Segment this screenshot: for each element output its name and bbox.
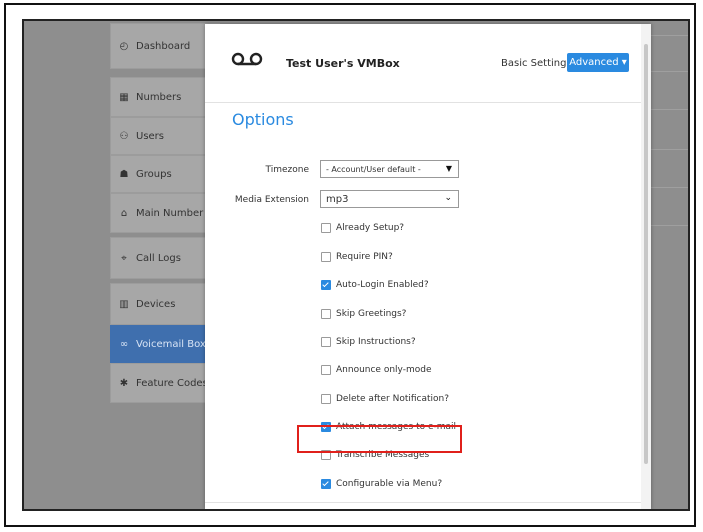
modal-footer-divider <box>205 502 641 503</box>
option-auto-login[interactable]: Auto-Login Enabled? <box>321 278 429 292</box>
checkbox[interactable] <box>321 394 331 404</box>
groups-icon: ☗ <box>119 168 129 180</box>
call-logs-icon: ⌖ <box>121 252 127 264</box>
sidebar-item-label: Main Number <box>136 207 204 219</box>
sidebar-item-label: Feature Codes <box>136 377 208 389</box>
option-label: Configurable via Menu? <box>336 479 443 489</box>
sidebar-item-label: Groups <box>136 168 172 180</box>
modal-header: Test User's VMBox Basic Settings Advance… <box>205 24 651 103</box>
checkbox-checked[interactable] <box>321 479 331 489</box>
option-label: Announce only-mode <box>336 365 432 375</box>
timezone-select[interactable]: - Account/User default - ▼ <box>320 160 459 178</box>
highlight-annotation-box <box>297 425 462 453</box>
sidebar-item-devices[interactable]: ▥ Devices <box>110 283 220 325</box>
modal-title: Test User's VMBox <box>286 57 400 70</box>
timezone-label: Timezone <box>265 165 310 175</box>
sidebar: ◴ Dashboard ▦ Numbers ⚇ Users ☗ Groups ⌂… <box>110 21 220 411</box>
option-skip-greetings[interactable]: Skip Greetings? <box>321 307 406 321</box>
option-label: Auto-Login Enabled? <box>336 280 429 290</box>
option-label: Skip Instructions? <box>336 337 416 347</box>
advanced-dropdown-button[interactable]: Advanced ▾ <box>567 53 629 72</box>
checkbox[interactable] <box>321 223 331 233</box>
checkbox[interactable] <box>321 337 331 347</box>
option-configurable-via-menu[interactable]: Configurable via Menu? <box>321 477 442 491</box>
voicemail-icon <box>231 52 263 66</box>
sidebar-item-numbers[interactable]: ▦ Numbers <box>110 77 220 117</box>
users-icon: ⚇ <box>119 130 129 142</box>
checkbox[interactable] <box>321 365 331 375</box>
sidebar-item-label: Users <box>136 130 165 142</box>
vmbox-settings-modal: Test User's VMBox Basic Settings Advance… <box>205 24 651 509</box>
screenshot-outer-frame: ◴ Dashboard ▦ Numbers ⚇ Users ☗ Groups ⌂… <box>4 3 696 527</box>
option-label: Already Setup? <box>336 223 405 233</box>
section-title: Options <box>232 110 294 129</box>
voicemail-icon: ∞ <box>119 338 129 350</box>
media-extension-label: Media Extension <box>234 195 309 205</box>
media-extension-value: mp3 <box>326 193 349 205</box>
sidebar-item-dashboard[interactable]: ◴ Dashboard <box>110 23 220 69</box>
app-viewport: ◴ Dashboard ▦ Numbers ⚇ Users ☗ Groups ⌂… <box>22 19 690 511</box>
sidebar-item-label: Numbers <box>136 91 182 103</box>
chevron-down-icon: ⌄ <box>444 193 452 203</box>
dashboard-icon: ◴ <box>119 40 129 52</box>
option-label: Skip Greetings? <box>336 309 407 319</box>
sidebar-item-label: Call Logs <box>136 252 181 264</box>
home-icon: ⌂ <box>120 207 128 219</box>
option-already-setup[interactable]: Already Setup? <box>321 221 404 235</box>
option-skip-instructions[interactable]: Skip Instructions? <box>321 335 416 349</box>
sidebar-item-users[interactable]: ⚇ Users <box>110 117 220 155</box>
option-label: Require PIN? <box>336 252 393 262</box>
checkbox[interactable] <box>321 309 331 319</box>
option-announce-only[interactable]: Announce only-mode <box>321 363 431 377</box>
basic-settings-link[interactable]: Basic Settings <box>501 58 572 69</box>
sidebar-item-label: Dashboard <box>136 40 191 52</box>
option-delete-after-notification[interactable]: Delete after Notification? <box>321 392 449 406</box>
sidebar-item-groups[interactable]: ☗ Groups <box>110 155 220 193</box>
asterisk-icon: ✱ <box>119 377 129 389</box>
sidebar-item-voicemail-boxes[interactable]: ∞ Voicemail Boxes <box>110 325 220 363</box>
sidebar-item-call-logs[interactable]: ⌖ Call Logs <box>110 237 220 279</box>
sidebar-item-feature-codes[interactable]: ✱ Feature Codes <box>110 363 220 403</box>
sidebar-item-label: Devices <box>136 298 176 310</box>
option-label: Delete after Notification? <box>336 394 450 404</box>
caret-down-icon: ▼ <box>445 164 452 173</box>
timezone-value: - Account/User default - <box>326 164 421 174</box>
checkbox[interactable] <box>321 252 331 262</box>
sidebar-item-main-number[interactable]: ⌂ Main Number <box>110 193 220 233</box>
devices-icon: ▥ <box>119 298 129 310</box>
modal-scrollbar[interactable] <box>641 24 651 509</box>
grid-icon: ▦ <box>119 91 129 103</box>
option-require-pin[interactable]: Require PIN? <box>321 250 393 264</box>
checkbox-checked[interactable] <box>321 280 331 290</box>
scrollbar-thumb[interactable] <box>644 44 648 464</box>
media-extension-select[interactable]: mp3 ⌄ <box>320 190 459 208</box>
